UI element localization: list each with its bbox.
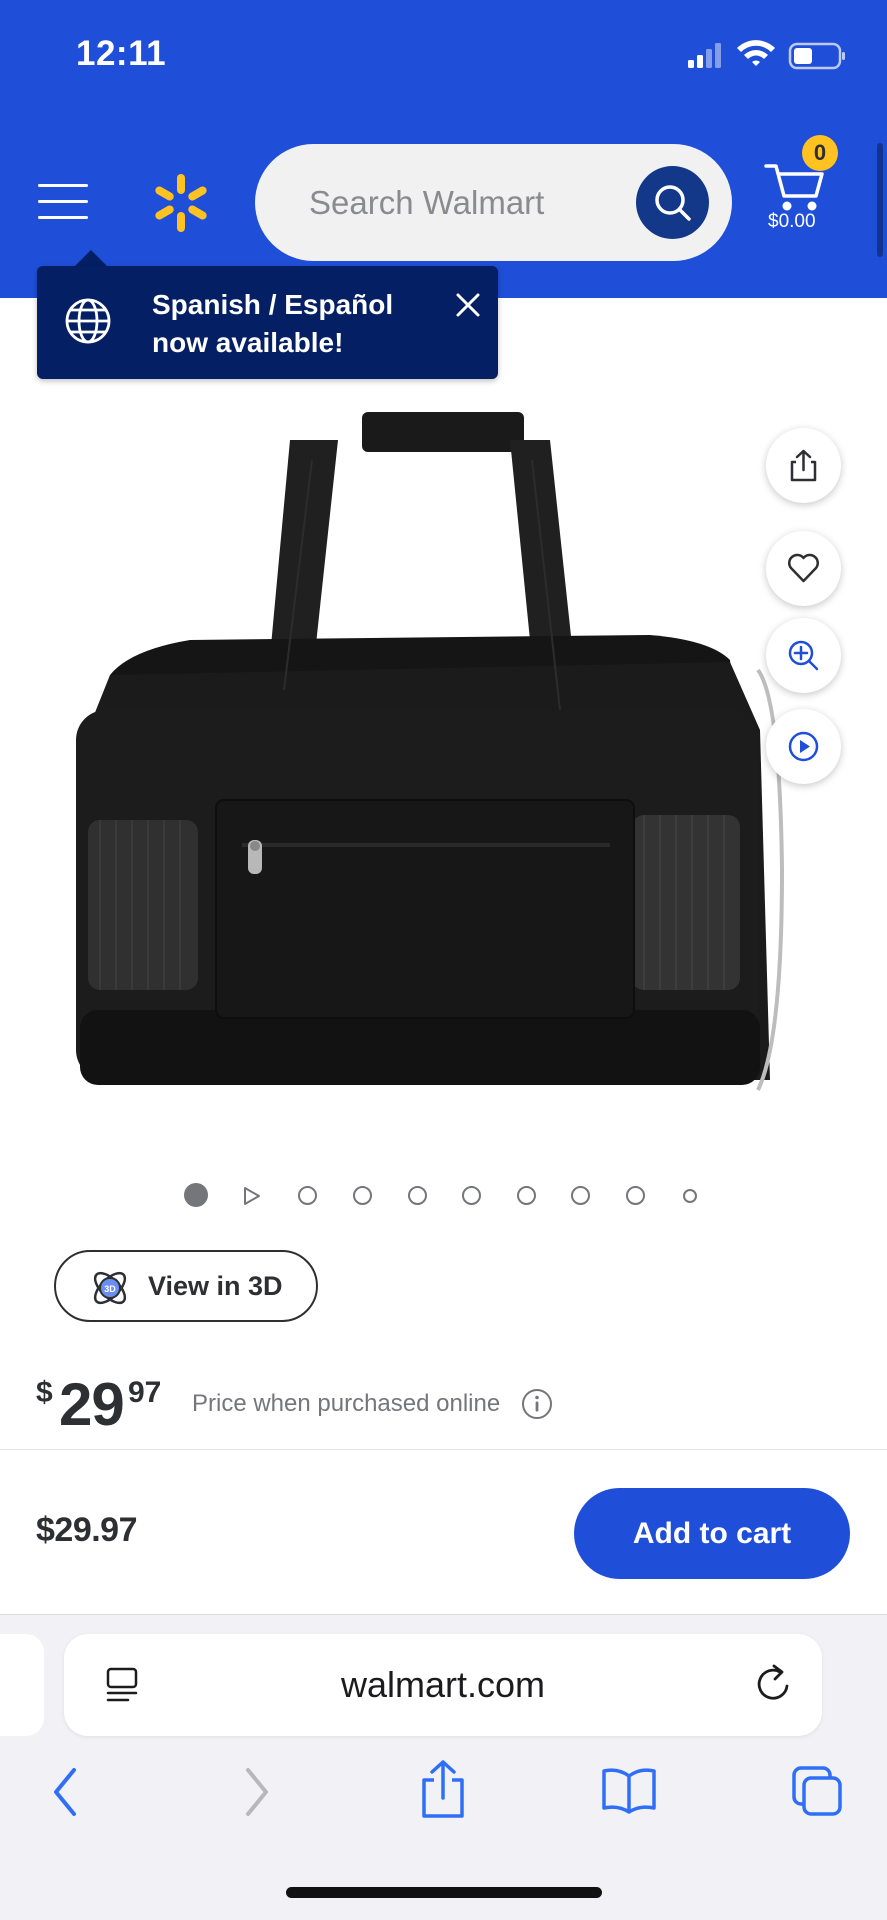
sticky-price: $29.97 [36, 1511, 138, 1549]
svg-text:3D: 3D [104, 1284, 116, 1294]
play-icon [788, 731, 819, 762]
product-image[interactable] [70, 400, 810, 1100]
tabs-icon[interactable] [790, 1764, 844, 1818]
3d-icon: 3D [93, 1271, 127, 1305]
share-button[interactable] [766, 428, 841, 503]
image-carousel-dots [184, 1180, 704, 1212]
price-note: Price when purchased online [192, 1390, 501, 1417]
tooltip-line-2: now available! [152, 327, 344, 358]
walmart-spark-icon[interactable] [150, 172, 212, 234]
url-text: walmart.com [340, 1664, 546, 1705]
carousel-dot[interactable] [462, 1186, 481, 1205]
add-to-cart-button[interactable]: Add to cart [574, 1488, 850, 1579]
favorite-button[interactable] [766, 531, 841, 606]
share-icon[interactable] [418, 1758, 468, 1820]
carousel-dot[interactable] [517, 1186, 536, 1205]
carousel-dot[interactable] [626, 1186, 645, 1205]
zoom-button[interactable] [766, 618, 841, 693]
forward-icon[interactable] [240, 1762, 274, 1822]
divider [0, 1449, 887, 1450]
heart-icon [788, 553, 819, 583]
back-icon[interactable] [48, 1762, 82, 1822]
search-placeholder: Search Walmart [309, 184, 545, 221]
globe-icon [65, 298, 111, 344]
search-input[interactable]: Search Walmart [255, 144, 732, 261]
carousel-video-icon[interactable] [242, 1185, 262, 1207]
share-icon [790, 449, 817, 482]
price-dollars: 29 [59, 1371, 125, 1438]
reload-icon[interactable] [754, 1662, 794, 1706]
cart-total: $0.00 [768, 211, 816, 232]
view-in-3d-button[interactable]: 3D View in 3D [54, 1250, 318, 1322]
cart-count-badge: 0 [802, 135, 838, 171]
carousel-dot[interactable] [408, 1186, 427, 1205]
info-icon[interactable] [521, 1388, 553, 1420]
language-tooltip: Spanish / Español now available! [37, 266, 498, 379]
carousel-dot[interactable] [683, 1189, 697, 1203]
status-icons [688, 40, 845, 70]
header-bar: 12:11 Search Walmart 0 $0.00 [0, 0, 887, 298]
zoom-in-icon [788, 640, 819, 671]
previous-tab-preview[interactable] [0, 1634, 44, 1736]
carousel-dot[interactable] [353, 1186, 372, 1205]
search-icon [655, 185, 691, 221]
tooltip-arrow [74, 250, 108, 267]
search-button[interactable] [636, 166, 709, 239]
carousel-dot[interactable] [184, 1183, 208, 1207]
view-in-3d-label: View in 3D [148, 1271, 283, 1301]
menu-icon[interactable] [38, 182, 90, 220]
close-icon[interactable] [450, 287, 486, 323]
scroll-indicator [877, 143, 883, 257]
price-currency: $ [36, 1376, 53, 1409]
status-time: 12:11 [76, 34, 167, 73]
carousel-dot[interactable] [298, 1186, 317, 1205]
tooltip-line-1: Spanish / Español [152, 289, 394, 320]
video-button[interactable] [766, 709, 841, 784]
home-indicator[interactable] [286, 1887, 602, 1898]
address-bar[interactable]: walmart.com [64, 1634, 822, 1736]
tooltip-message: Spanish / Español now available! [152, 286, 422, 362]
carousel-dot[interactable] [571, 1186, 590, 1205]
price-cents: 97 [128, 1376, 162, 1409]
bookmarks-icon[interactable] [600, 1766, 658, 1814]
